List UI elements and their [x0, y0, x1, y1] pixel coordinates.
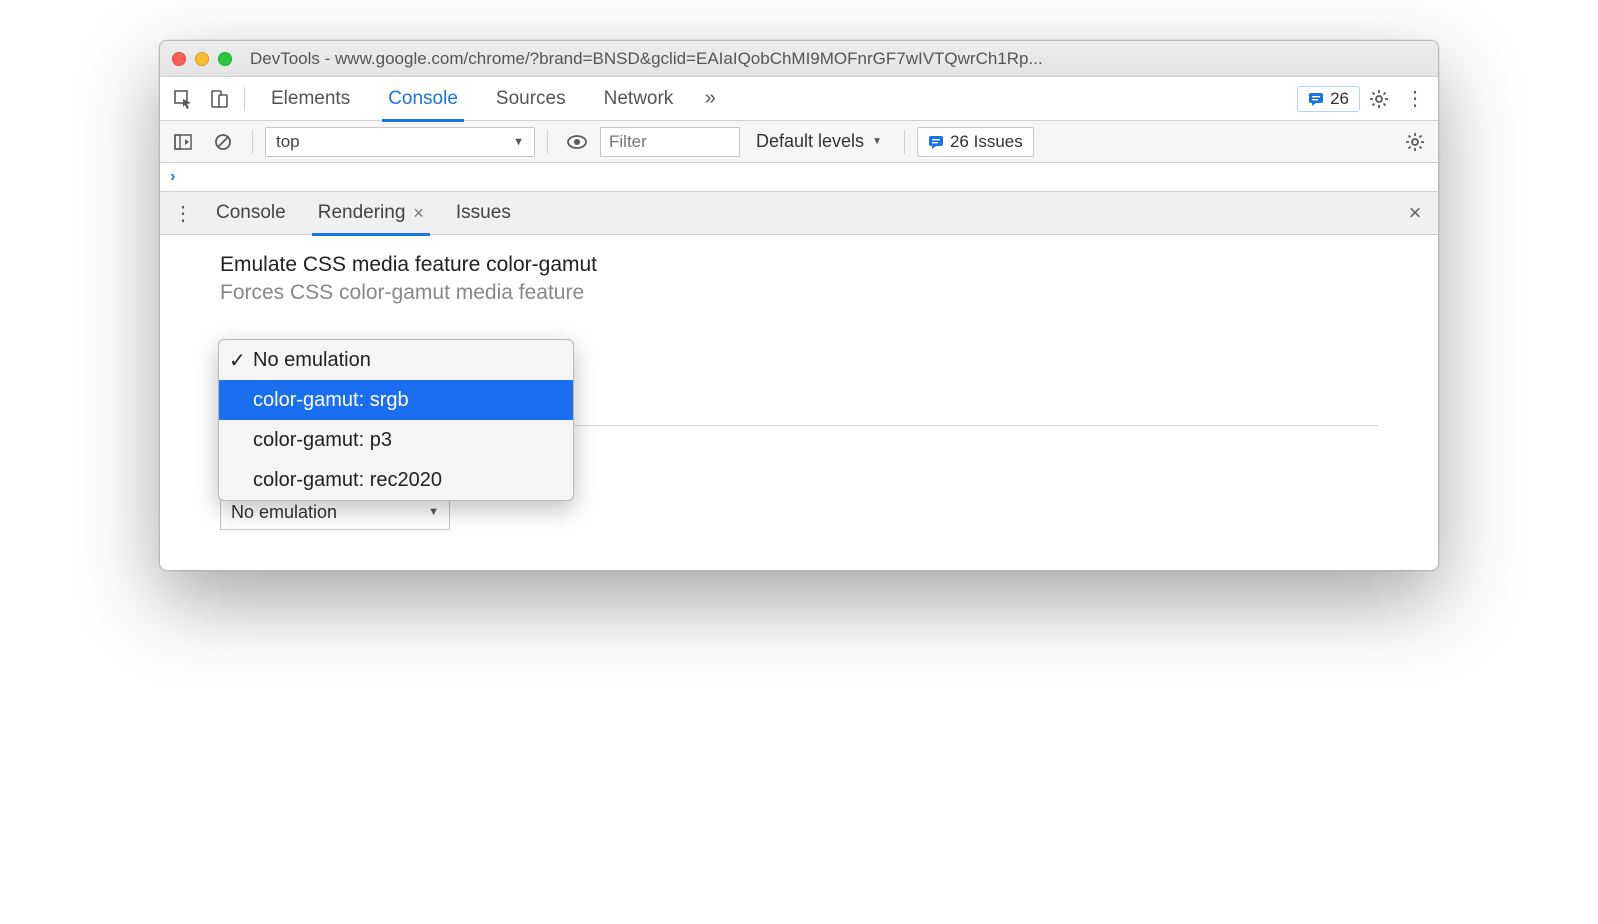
issues-label: 26 Issues [950, 132, 1023, 152]
issues-icon [1308, 91, 1324, 107]
filter-input[interactable] [600, 127, 740, 157]
more-tabs-button[interactable]: » [693, 82, 727, 116]
setting-description: Forces CSS color-gamut media feature [220, 281, 1378, 305]
tab-elements[interactable]: Elements [253, 77, 368, 121]
window-title: DevTools - www.google.com/chrome/?brand=… [250, 49, 1426, 69]
settings-icon[interactable] [1362, 82, 1396, 116]
main-tabs-row: Elements Console Sources Network » 26 ⋮ [160, 77, 1438, 121]
close-window-button[interactable] [172, 52, 186, 66]
divider [547, 130, 548, 154]
drawer-tabs: ⋮ Console Rendering × Issues × [160, 191, 1438, 235]
dropdown-option-p3[interactable]: color-gamut: p3 [219, 420, 573, 460]
issues-button[interactable]: 26 Issues [917, 127, 1034, 157]
device-toolbar-icon[interactable] [202, 82, 236, 116]
tab-label: Console [388, 88, 458, 110]
dropdown-option-no-emulation[interactable]: No emulation [219, 340, 573, 380]
tab-network[interactable]: Network [586, 77, 692, 121]
rendering-panel: Emulate CSS media feature color-gamut Fo… [160, 235, 1438, 570]
select-value: No emulation [231, 502, 337, 523]
console-toolbar: top ▼ Default levels 26 Issues [160, 121, 1438, 163]
prompt-caret-icon: › [170, 168, 175, 186]
drawer-tab-console[interactable]: Console [200, 191, 302, 235]
divider [252, 130, 253, 154]
toggle-sidebar-icon[interactable] [166, 125, 200, 159]
tab-label: Elements [271, 88, 350, 110]
issues-count: 26 [1330, 89, 1349, 109]
drawer-tab-issues[interactable]: Issues [440, 191, 527, 235]
tab-sources[interactable]: Sources [478, 77, 584, 121]
close-drawer-icon[interactable]: × [1398, 196, 1432, 230]
context-selector[interactable]: top ▼ [265, 127, 535, 157]
issues-badge[interactable]: 26 [1297, 86, 1360, 112]
context-value: top [276, 132, 300, 152]
divider [904, 130, 905, 154]
live-expression-icon[interactable] [560, 125, 594, 159]
dropdown-option-rec2020[interactable]: color-gamut: rec2020 [219, 460, 573, 500]
chevron-down-icon: ▼ [428, 506, 439, 518]
issues-icon [928, 134, 944, 150]
console-settings-icon[interactable] [1398, 125, 1432, 159]
tab-label: Sources [496, 88, 566, 110]
minimize-window-button[interactable] [195, 52, 209, 66]
kebab-menu-icon[interactable]: ⋮ [1398, 82, 1432, 116]
drawer-tab-label: Issues [456, 202, 511, 224]
zoom-window-button[interactable] [218, 52, 232, 66]
titlebar: DevTools - www.google.com/chrome/?brand=… [160, 41, 1438, 77]
log-levels-selector[interactable]: Default levels [746, 131, 892, 152]
drawer-tab-label: Console [216, 202, 286, 224]
traffic-lights [172, 52, 232, 66]
divider [244, 87, 245, 111]
dropdown-option-srgb[interactable]: color-gamut: srgb [219, 380, 573, 420]
console-prompt[interactable]: › [160, 163, 1438, 191]
color-gamut-dropdown[interactable]: No emulation color-gamut: srgb color-gam… [218, 339, 574, 501]
close-tab-icon[interactable]: × [413, 203, 424, 224]
drawer-kebab-icon[interactable]: ⋮ [166, 196, 200, 230]
drawer-tab-label: Rendering [318, 202, 406, 224]
devtools-window: DevTools - www.google.com/chrome/?brand=… [159, 40, 1439, 571]
tab-console[interactable]: Console [370, 77, 476, 121]
inspect-element-icon[interactable] [166, 82, 200, 116]
setting-title: Emulate CSS media feature color-gamut [220, 253, 1378, 277]
levels-label: Default levels [756, 131, 864, 152]
clear-console-icon[interactable] [206, 125, 240, 159]
drawer-tab-rendering[interactable]: Rendering × [302, 191, 440, 235]
tab-label: Network [604, 88, 674, 110]
